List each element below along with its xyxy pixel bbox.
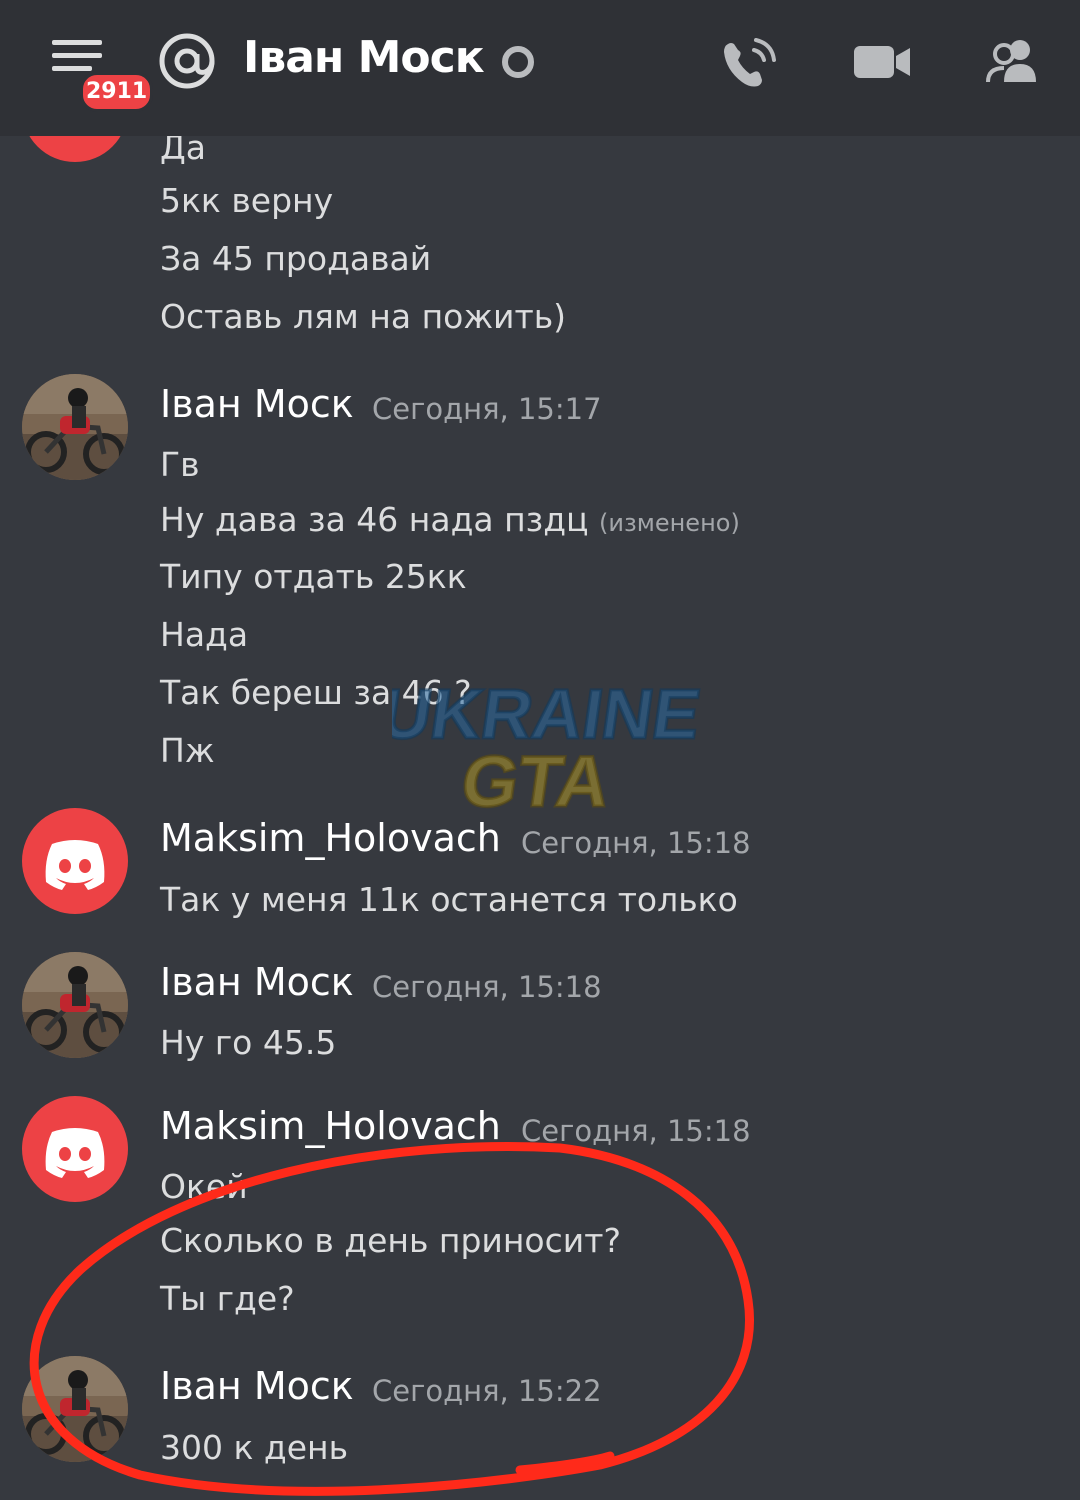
- motorcycle-avatar-image: [22, 1356, 128, 1462]
- avatar[interactable]: [22, 374, 128, 480]
- message-text: Ну дава за 46 нада пздц: [160, 500, 589, 539]
- chat-header: 2911 Іван Моск: [0, 0, 1080, 136]
- motorcycle-avatar-image: [22, 374, 128, 480]
- message-author[interactable]: Іван Моск: [160, 1364, 354, 1408]
- message-timestamp: Сегодня, 15:18: [521, 1114, 751, 1148]
- message-timestamp: Сегодня, 15:17: [372, 392, 602, 426]
- message-timestamp: Сегодня, 15:18: [521, 826, 751, 860]
- avatar[interactable]: [22, 1096, 128, 1202]
- message-line: 300 к день: [160, 1428, 349, 1467]
- video-camera-icon[interactable]: [852, 32, 912, 92]
- phone-call-icon[interactable]: [718, 32, 778, 92]
- watermark-line2: GTA: [457, 742, 615, 822]
- message-line: 5кк верну: [160, 181, 334, 220]
- at-icon: [159, 33, 215, 89]
- message-line: Ты где?: [160, 1279, 295, 1318]
- message-line: Ну дава за 46 нада пздц (изменено): [160, 500, 740, 539]
- unread-badge: 2911: [80, 72, 154, 112]
- message-author[interactable]: Іван Моск: [160, 382, 354, 426]
- message-author[interactable]: Maksim_Holovach: [160, 1104, 501, 1148]
- message-line: Пж: [160, 731, 215, 770]
- message-line: Так у меня 11к останется только: [160, 880, 738, 919]
- edited-label: (изменено): [599, 509, 740, 537]
- ukraine-gta-watermark: UKRAINE GTA: [392, 673, 702, 824]
- message-line: За 45 продавай: [160, 239, 432, 278]
- members-icon[interactable]: [984, 32, 1044, 92]
- avatar[interactable]: [22, 952, 128, 1058]
- message-line: Гв: [160, 445, 200, 484]
- message-timestamp: Сегодня, 15:18: [372, 970, 602, 1004]
- avatar[interactable]: [22, 808, 128, 914]
- message-line: Типу отдать 25кк: [160, 557, 467, 596]
- message-line: Оставь лям на пожить): [160, 297, 567, 336]
- message-line: Окей: [160, 1167, 248, 1206]
- message-timestamp: Сегодня, 15:22: [372, 1374, 602, 1408]
- motorcycle-avatar-image: [22, 952, 128, 1058]
- avatar[interactable]: [22, 1356, 128, 1462]
- message-author[interactable]: Іван Моск: [160, 960, 354, 1004]
- message-line: Ну го 45.5: [160, 1023, 337, 1062]
- page-title: Іван Моск: [243, 32, 485, 83]
- watermark-line1: UKRAINE: [392, 674, 702, 753]
- message-line: Сколько в день приносит?: [160, 1221, 621, 1260]
- discord-logo-icon: [45, 1128, 105, 1178]
- status-icon: [502, 46, 534, 78]
- discord-logo-icon: [45, 840, 105, 890]
- message-line: Нада: [160, 615, 249, 654]
